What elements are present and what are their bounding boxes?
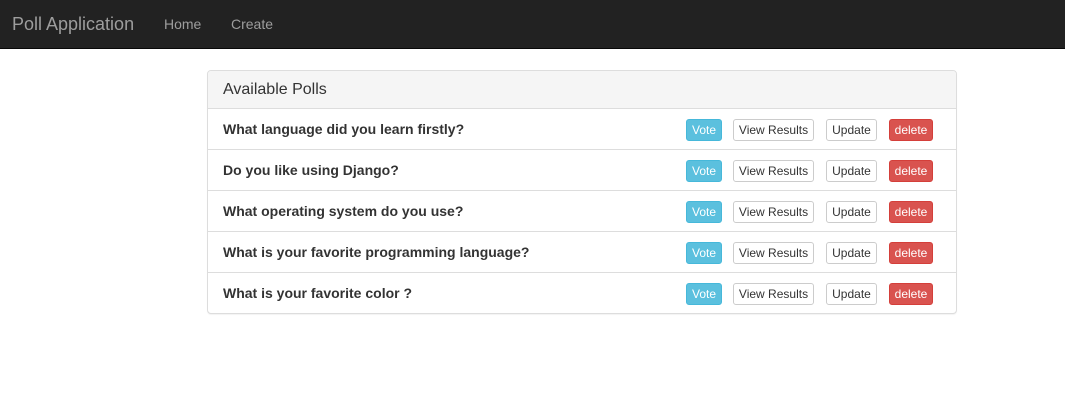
poll-row: What language did you learn firstly? Vot… xyxy=(208,109,956,150)
poll-row: What is your favorite color ? Vote View … xyxy=(208,273,956,313)
view-results-button[interactable]: View Results xyxy=(733,283,814,305)
update-button[interactable]: Update xyxy=(826,160,877,182)
vote-button[interactable]: Vote xyxy=(686,201,722,223)
poll-question: Do you like using Django? xyxy=(223,162,399,178)
panel-title: Available Polls xyxy=(223,81,327,98)
poll-question: What operating system do you use? xyxy=(223,203,464,219)
view-results-button[interactable]: View Results xyxy=(733,119,814,141)
update-button[interactable]: Update xyxy=(826,242,877,264)
vote-button[interactable]: Vote xyxy=(686,242,722,264)
update-button[interactable]: Update xyxy=(826,283,877,305)
poll-question: What is your favorite programming langua… xyxy=(223,244,530,260)
delete-button[interactable]: delete xyxy=(889,242,933,264)
view-results-button[interactable]: View Results xyxy=(733,160,814,182)
update-button[interactable]: Update xyxy=(826,119,877,141)
poll-question: What language did you learn firstly? xyxy=(223,121,465,137)
vote-button[interactable]: Vote xyxy=(686,283,722,305)
poll-row: What is your favorite programming langua… xyxy=(208,232,956,273)
nav-link-create[interactable]: Create xyxy=(231,15,273,33)
delete-button[interactable]: delete xyxy=(889,283,933,305)
vote-button[interactable]: Vote xyxy=(686,160,722,182)
poll-question: What is your favorite color ? xyxy=(223,285,413,301)
view-results-button[interactable]: View Results xyxy=(733,242,814,264)
vote-button[interactable]: Vote xyxy=(686,119,722,141)
panel-heading: Available Polls xyxy=(208,71,956,109)
delete-button[interactable]: delete xyxy=(889,160,933,182)
poll-row: Do you like using Django? Vote View Resu… xyxy=(208,150,956,191)
poll-row: What operating system do you use? Vote V… xyxy=(208,191,956,232)
delete-button[interactable]: delete xyxy=(889,201,933,223)
navbar: Poll Application Home Create xyxy=(0,0,1065,49)
nav-link-home[interactable]: Home xyxy=(164,15,201,33)
brand-link[interactable]: Poll Application xyxy=(12,13,134,35)
update-button[interactable]: Update xyxy=(826,201,877,223)
delete-button[interactable]: delete xyxy=(889,119,933,141)
polls-panel: Available Polls What language did you le… xyxy=(207,70,957,314)
view-results-button[interactable]: View Results xyxy=(733,201,814,223)
